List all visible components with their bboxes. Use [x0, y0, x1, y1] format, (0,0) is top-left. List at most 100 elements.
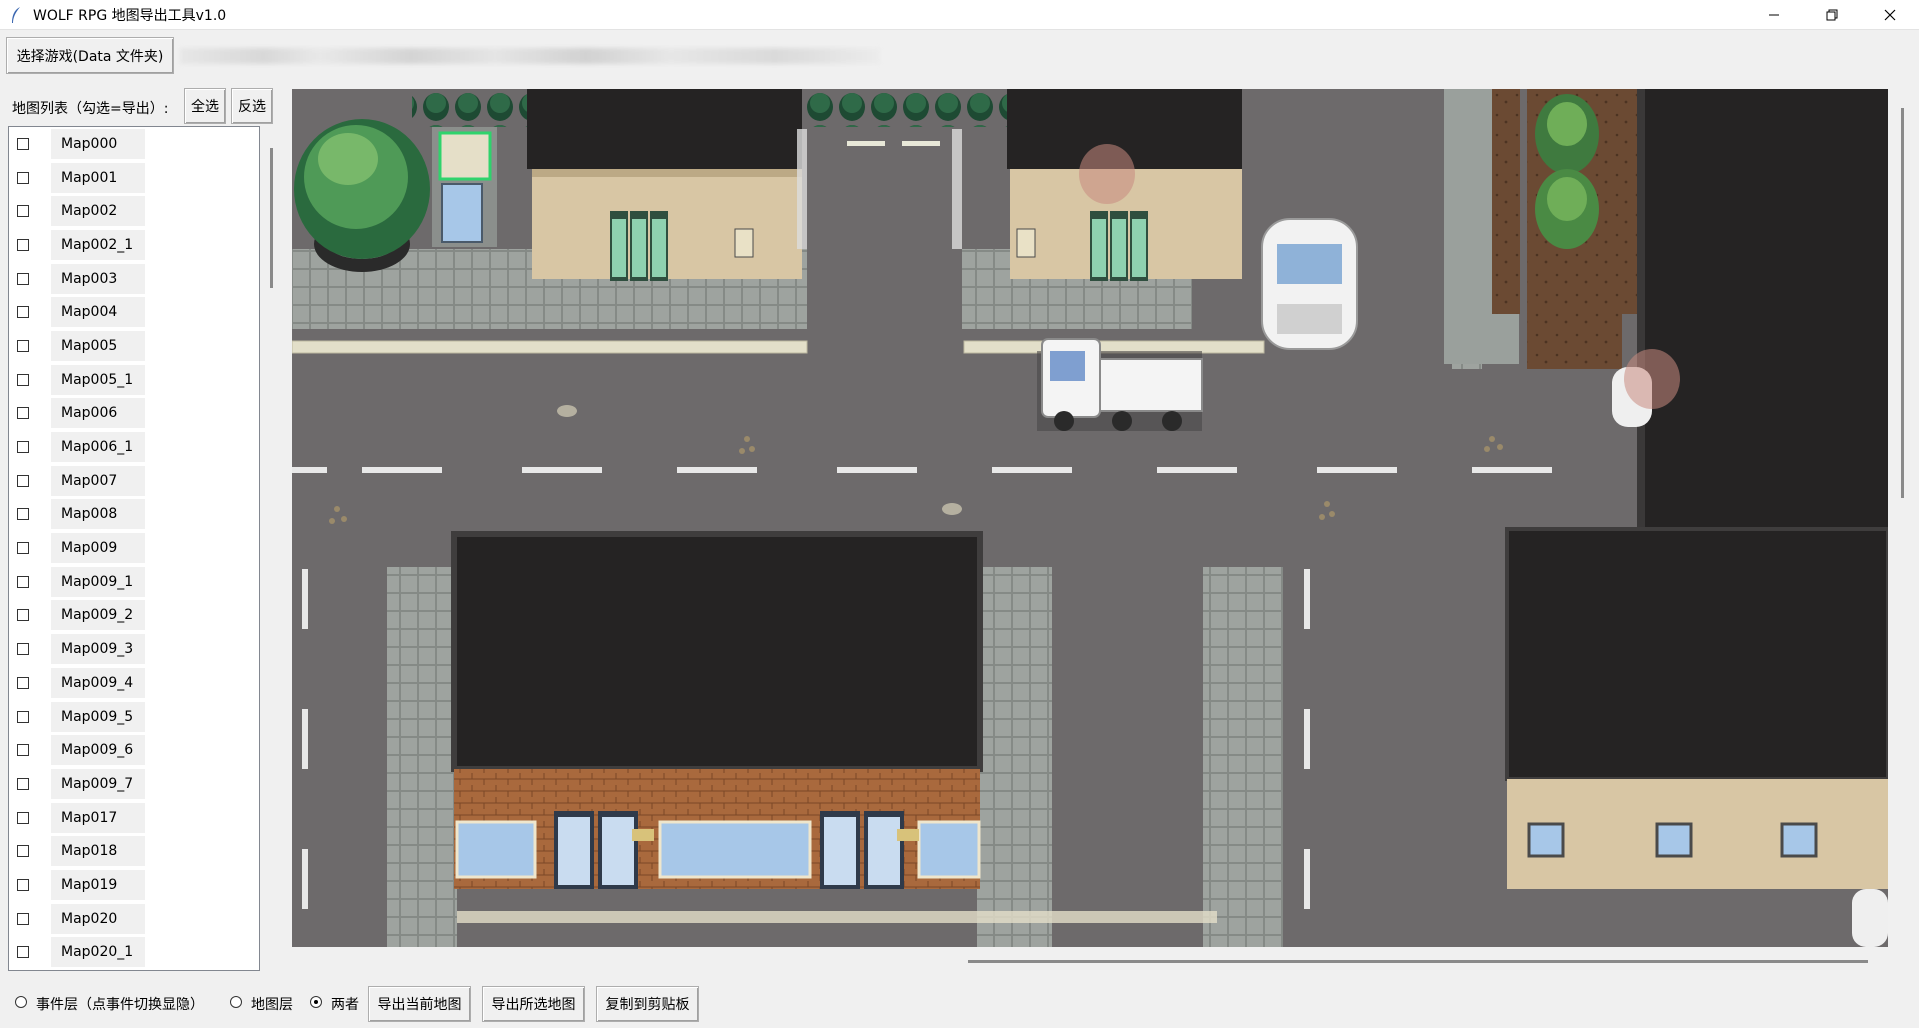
map-checkbox[interactable] — [17, 777, 29, 790]
map-checkbox[interactable] — [17, 643, 29, 656]
list-item[interactable]: Map005_1 — [9, 363, 259, 397]
close-button[interactable] — [1861, 0, 1919, 29]
map-checkbox[interactable] — [17, 205, 29, 218]
list-item[interactable]: Map001 — [9, 161, 259, 195]
map-list[interactable]: Map000 Map001 Map002 Map002_1 Map003 Map004 Ma… — [8, 126, 260, 971]
top-toolbar: 选择游戏(Data 文件夹) — [0, 30, 1919, 80]
list-item[interactable]: Map003 — [9, 262, 259, 296]
list-item[interactable]: Map000 — [9, 127, 259, 161]
map-checkbox[interactable] — [17, 811, 29, 824]
copy-to-clipboard-button[interactable]: 复制到剪贴板 — [596, 986, 699, 1022]
map-checkbox[interactable] — [17, 306, 29, 319]
map-checkbox[interactable] — [17, 272, 29, 285]
map-checkbox[interactable] — [17, 171, 29, 184]
map-checkbox[interactable] — [17, 946, 29, 959]
select-game-button[interactable]: 选择游戏(Data 文件夹) — [6, 37, 174, 74]
map-checkbox[interactable] — [17, 137, 29, 150]
map-name-label: Map009_5 — [51, 701, 145, 732]
radio-event-layer[interactable] — [15, 996, 27, 1008]
map-list-title: 地图列表（勾选=导出）: — [12, 101, 169, 117]
map-name-label: Map003 — [51, 263, 145, 294]
map-checkbox[interactable] — [17, 878, 29, 891]
close-icon — [1884, 9, 1896, 20]
list-item[interactable]: Map009_7 — [9, 767, 259, 801]
restore-button[interactable] — [1803, 0, 1861, 29]
map-name-label: Map009 — [51, 533, 145, 564]
list-item[interactable]: Map006 — [9, 397, 259, 431]
list-item[interactable]: Map007 — [9, 464, 259, 498]
map-name-label: Map006 — [51, 398, 145, 429]
map-render — [292, 89, 1888, 947]
map-horizontal-scrollbar[interactable] — [968, 960, 1868, 963]
minimize-button[interactable] — [1745, 0, 1803, 29]
map-checkbox[interactable] — [17, 744, 29, 757]
list-item[interactable]: Map002_1 — [9, 228, 259, 262]
map-vertical-scrollbar[interactable] — [1901, 108, 1904, 498]
map-checkbox[interactable] — [17, 676, 29, 689]
list-item[interactable]: Map002 — [9, 194, 259, 228]
map-checkbox[interactable] — [17, 609, 29, 622]
map-name-label: Map002_1 — [51, 229, 145, 260]
map-checkbox[interactable] — [17, 474, 29, 487]
map-name-label: Map001 — [51, 162, 145, 193]
list-item[interactable]: Map018 — [9, 834, 259, 868]
bottom-toolbar: 事件层（点事件切换显隐） 地图层 两者 导出当前地图 导出所选地图 复制到剪贴板 — [0, 984, 1919, 1028]
list-item[interactable]: Map019 — [9, 868, 259, 902]
map-name-label: Map005 — [51, 330, 145, 361]
truck — [1037, 338, 1203, 431]
map-checkbox[interactable] — [17, 339, 29, 352]
game-path-blurred — [180, 48, 880, 64]
map-checkbox[interactable] — [17, 912, 29, 925]
map-name-label: Map017 — [51, 802, 145, 833]
map-checkbox[interactable] — [17, 575, 29, 588]
map-checkbox[interactable] — [17, 542, 29, 555]
map-name-label: Map007 — [51, 465, 145, 496]
map-name-label: Map004 — [51, 297, 145, 328]
invert-selection-button[interactable]: 反选 — [231, 88, 273, 124]
list-item[interactable]: Map005 — [9, 329, 259, 363]
select-all-button[interactable]: 全选 — [184, 88, 226, 124]
restore-icon — [1826, 9, 1838, 20]
map-checkbox[interactable] — [17, 373, 29, 386]
list-item[interactable]: Map008 — [9, 498, 259, 532]
map-name-label: Map009_7 — [51, 768, 145, 799]
map-list-scrollbar[interactable] — [270, 148, 273, 288]
radio-event-layer-label: 事件层（点事件切换显隐） — [36, 997, 204, 1013]
map-preview-canvas[interactable] — [292, 89, 1888, 947]
list-item[interactable]: Map009_5 — [9, 700, 259, 734]
radio-both-layers-label: 两者 — [331, 997, 359, 1013]
map-list-header: 地图列表（勾选=导出）: 全选 反选 — [0, 88, 290, 126]
map-checkbox[interactable] — [17, 441, 29, 454]
map-name-label: Map009_3 — [51, 634, 145, 665]
map-checkbox[interactable] — [17, 508, 29, 521]
map-checkbox[interactable] — [17, 407, 29, 420]
list-item[interactable]: Map009_3 — [9, 632, 259, 666]
list-item[interactable]: Map020_1 — [9, 936, 259, 970]
map-name-label: Map009_2 — [51, 600, 145, 631]
export-selected-maps-button[interactable]: 导出所选地图 — [482, 986, 585, 1022]
radio-both-layers[interactable] — [310, 996, 322, 1008]
list-item[interactable]: Map009_4 — [9, 666, 259, 700]
map-checkbox[interactable] — [17, 238, 29, 251]
list-item[interactable]: Map020 — [9, 902, 259, 936]
list-item[interactable]: Map009 — [9, 531, 259, 565]
map-name-label: Map018 — [51, 836, 145, 867]
map-name-label: Map009_4 — [51, 667, 145, 698]
map-name-label: Map009_1 — [51, 566, 145, 597]
map-checkbox[interactable] — [17, 845, 29, 858]
map-name-label: Map002 — [51, 196, 145, 227]
map-name-label: Map005_1 — [51, 364, 145, 395]
selection-marker — [438, 131, 492, 181]
window-title: WOLF RPG 地图导出工具v1.0 — [33, 7, 227, 24]
list-item[interactable]: Map017 — [9, 801, 259, 835]
list-item[interactable]: Map009_2 — [9, 599, 259, 633]
radio-map-layer[interactable] — [230, 996, 242, 1008]
list-item[interactable]: Map009_1 — [9, 565, 259, 599]
map-name-label: Map006_1 — [51, 432, 145, 463]
map-name-label: Map020_1 — [51, 937, 145, 968]
export-current-map-button[interactable]: 导出当前地图 — [368, 986, 471, 1022]
list-item[interactable]: Map009_6 — [9, 733, 259, 767]
list-item[interactable]: Map004 — [9, 295, 259, 329]
list-item[interactable]: Map006_1 — [9, 430, 259, 464]
map-checkbox[interactable] — [17, 710, 29, 723]
